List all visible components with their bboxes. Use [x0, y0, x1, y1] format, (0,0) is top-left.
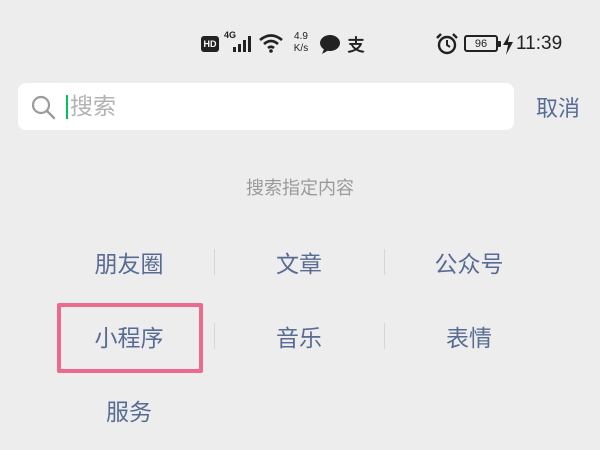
clock: 11:39 [516, 33, 563, 54]
highlight-annotation [57, 303, 203, 373]
divider [214, 323, 215, 349]
divider [384, 249, 385, 275]
signal-icon [232, 34, 256, 52]
search-icon [30, 94, 56, 120]
option-official-accounts[interactable]: 公众号 [399, 242, 539, 282]
text-cursor [66, 95, 68, 119]
chat-bubble-icon [319, 34, 341, 54]
option-music[interactable]: 音乐 [229, 316, 369, 356]
option-moments[interactable]: 朋友圈 [59, 242, 199, 282]
speed-unit: K/s [293, 43, 309, 54]
divider [214, 249, 215, 275]
network-speed: 4.9 K/s [287, 28, 315, 58]
wifi-icon [258, 33, 284, 53]
charging-bolt-icon [502, 33, 514, 55]
option-services[interactable]: 服务 [59, 390, 199, 430]
battery-indicator: 96 [464, 35, 501, 52]
alarm-icon [435, 33, 459, 55]
divider [384, 323, 385, 349]
option-articles[interactable]: 文章 [229, 242, 369, 282]
option-stickers[interactable]: 表情 [399, 316, 539, 356]
alipay-icon: 支 [347, 35, 365, 56]
speed-value: 4.9 [294, 31, 308, 42]
status-bar: HD 4G 4.9 K/s 支 96 11:39 [0, 0, 600, 80]
search-input[interactable] [70, 83, 500, 130]
hd-badge: HD [201, 36, 219, 52]
section-title: 搜索指定内容 [246, 178, 354, 199]
cancel-button[interactable]: 取消 [528, 90, 588, 124]
search-box[interactable] [18, 83, 514, 130]
